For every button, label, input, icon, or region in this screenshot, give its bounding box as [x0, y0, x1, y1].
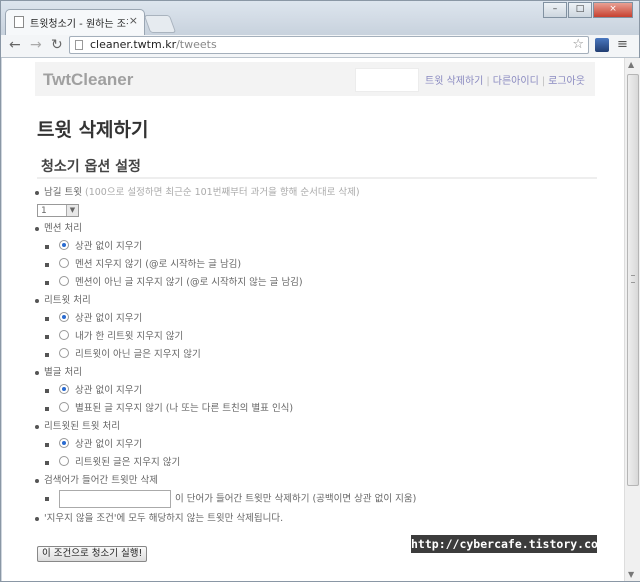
watermark: http://cybercafe.tistory.com	[411, 535, 605, 553]
tab-title: 트윗청소기 - 원하는 조건	[30, 19, 128, 30]
radio-option[interactable]: 별표된 글 지우지 않기 (나 또는 다른 트친의 별표 인식)	[45, 400, 293, 418]
scroll-up-icon[interactable]: ▲	[628, 60, 634, 69]
option-label: 리트윗된 트윗 처리	[44, 421, 120, 432]
radio-option[interactable]: 내가 한 리트윗 지우지 않기	[45, 328, 183, 346]
run-cleaner-button[interactable]: 이 조건으로 청소기 실행!	[37, 546, 148, 562]
list-item: 별글 처리	[35, 364, 82, 382]
wrench-menu-icon[interactable]: ≡	[617, 37, 628, 52]
list-item: 멘션 처리	[35, 220, 82, 238]
new-tab-button[interactable]	[143, 15, 177, 33]
radio-option[interactable]: 상관 없이 지우기	[45, 238, 142, 256]
page-viewport: TwtCleaner 트윗 삭제하기 | 다른아이디 | 로그아웃 트윗 삭제하기 청소…	[2, 58, 624, 581]
scroll-down-icon[interactable]: ▼	[628, 570, 634, 579]
maximize-button[interactable]: □	[568, 2, 592, 18]
radio-button[interactable]	[59, 240, 69, 250]
browser-tab[interactable]: 트윗청소기 - 원하는 조건 ×	[5, 9, 145, 35]
forward-arrow-icon[interactable]: →	[30, 37, 42, 53]
list-item: '지우지 않을 조건'에 모두 해당하지 않는 트윗만 삭제됩니다.	[35, 510, 283, 528]
option-note: (100으로 설정하면 최근순 101번째부터 과거을 향해 순서대로 삭제)	[85, 187, 360, 198]
option-label: 멘션 처리	[44, 223, 82, 234]
reload-icon[interactable]: ↻	[51, 37, 63, 53]
keyword-input[interactable]	[59, 490, 171, 508]
window-controls: – □ ×	[542, 2, 633, 18]
browser-toolbar: ← → ↻ cleaner.twtm.kr/tweets ☆ ≡	[1, 35, 639, 58]
header-blank-box	[355, 68, 419, 92]
list-item: 리트윗 처리	[35, 292, 91, 310]
radio-button[interactable]	[59, 384, 69, 394]
radio-button[interactable]	[59, 456, 69, 466]
radio-button[interactable]	[59, 312, 69, 322]
nav-delete-tweets[interactable]: 트윗 삭제하기	[425, 76, 483, 87]
close-window-button[interactable]: ×	[593, 2, 633, 18]
page-icon	[14, 16, 24, 28]
radio-option[interactable]: 상관 없이 지우기	[45, 382, 142, 400]
radio-button[interactable]	[59, 348, 69, 358]
page-title: 트윗 삭제하기	[37, 119, 149, 141]
footer-note: '지우지 않을 조건'에 모두 해당하지 않는 트윗만 삭제됩니다.	[44, 513, 284, 524]
site-header: TwtCleaner 트윗 삭제하기 | 다른아이디 | 로그아웃	[35, 62, 595, 96]
radio-option[interactable]: 상관 없이 지우기	[45, 310, 142, 328]
browser-window: 트윗청소기 - 원하는 조건 × – □ × ← → ↻ cleaner.twt…	[0, 0, 640, 582]
option-label: 리트윗 처리	[44, 295, 91, 306]
url-text: cleaner.twtm.kr/tweets	[90, 38, 217, 51]
list-item: 검색어가 들어간 트윗만 삭제	[35, 472, 158, 490]
option-label: 별글 처리	[44, 367, 82, 378]
address-bar[interactable]: cleaner.twtm.kr/tweets ☆	[69, 36, 589, 54]
minimize-button[interactable]: –	[543, 2, 567, 18]
radio-button[interactable]	[59, 402, 69, 412]
option-label: 검색어가 들어간 트윗만 삭제	[44, 475, 158, 486]
list-item: 남길 트윗 (100으로 설정하면 최근순 101번째부터 과거을 향해 순서대…	[35, 184, 360, 202]
option-label: 남길 트윗	[44, 187, 82, 198]
bookmark-star-icon[interactable]: ☆	[572, 37, 584, 52]
brand-logo[interactable]: TwtCleaner	[43, 70, 133, 90]
nav-other-id[interactable]: 다른아이디	[493, 76, 539, 87]
keyword-hint: 이 단어가 들어간 트윗만 삭제하기 (공백이면 상관 없이 지움)	[175, 493, 417, 505]
scroll-thumb[interactable]	[627, 74, 639, 486]
radio-button[interactable]	[59, 276, 69, 286]
page-icon	[75, 40, 83, 50]
header-nav: 트윗 삭제하기 | 다른아이디 | 로그아웃	[425, 76, 585, 87]
back-arrow-icon[interactable]: ←	[9, 37, 21, 53]
nav-logout[interactable]: 로그아웃	[548, 76, 585, 87]
radio-option[interactable]: 상관 없이 지우기	[45, 436, 142, 454]
keep-count-select[interactable]: 1 ▼	[37, 204, 79, 217]
keyword-row: 이 단어가 들어간 트윗만 삭제하기 (공백이면 상관 없이 지움)	[45, 490, 417, 509]
vertical-scrollbar[interactable]: ▲ ▼	[624, 58, 640, 581]
section-title: 청소기 옵션 설정	[41, 159, 141, 175]
title-bar: 트윗청소기 - 원하는 조건 × – □ ×	[1, 1, 639, 35]
extension-icon[interactable]	[595, 38, 609, 52]
divider	[37, 177, 597, 179]
radio-button[interactable]	[59, 258, 69, 268]
close-tab-icon[interactable]: ×	[129, 14, 138, 27]
list-item: 리트윗된 트윗 처리	[35, 418, 120, 436]
radio-button[interactable]	[59, 438, 69, 448]
radio-option[interactable]: 멘션 지우지 않기 (@로 시작하는 글 남김)	[45, 256, 241, 274]
radio-button[interactable]	[59, 330, 69, 340]
radio-option[interactable]: 리트윗이 아닌 글은 지우지 않기	[45, 346, 201, 364]
radio-option[interactable]: 리트윗된 글은 지우지 않기	[45, 454, 180, 472]
chevron-down-icon: ▼	[66, 205, 78, 216]
radio-option[interactable]: 멘션이 아닌 글 지우지 않기 (@로 시작하지 않는 글 남김)	[45, 274, 303, 292]
